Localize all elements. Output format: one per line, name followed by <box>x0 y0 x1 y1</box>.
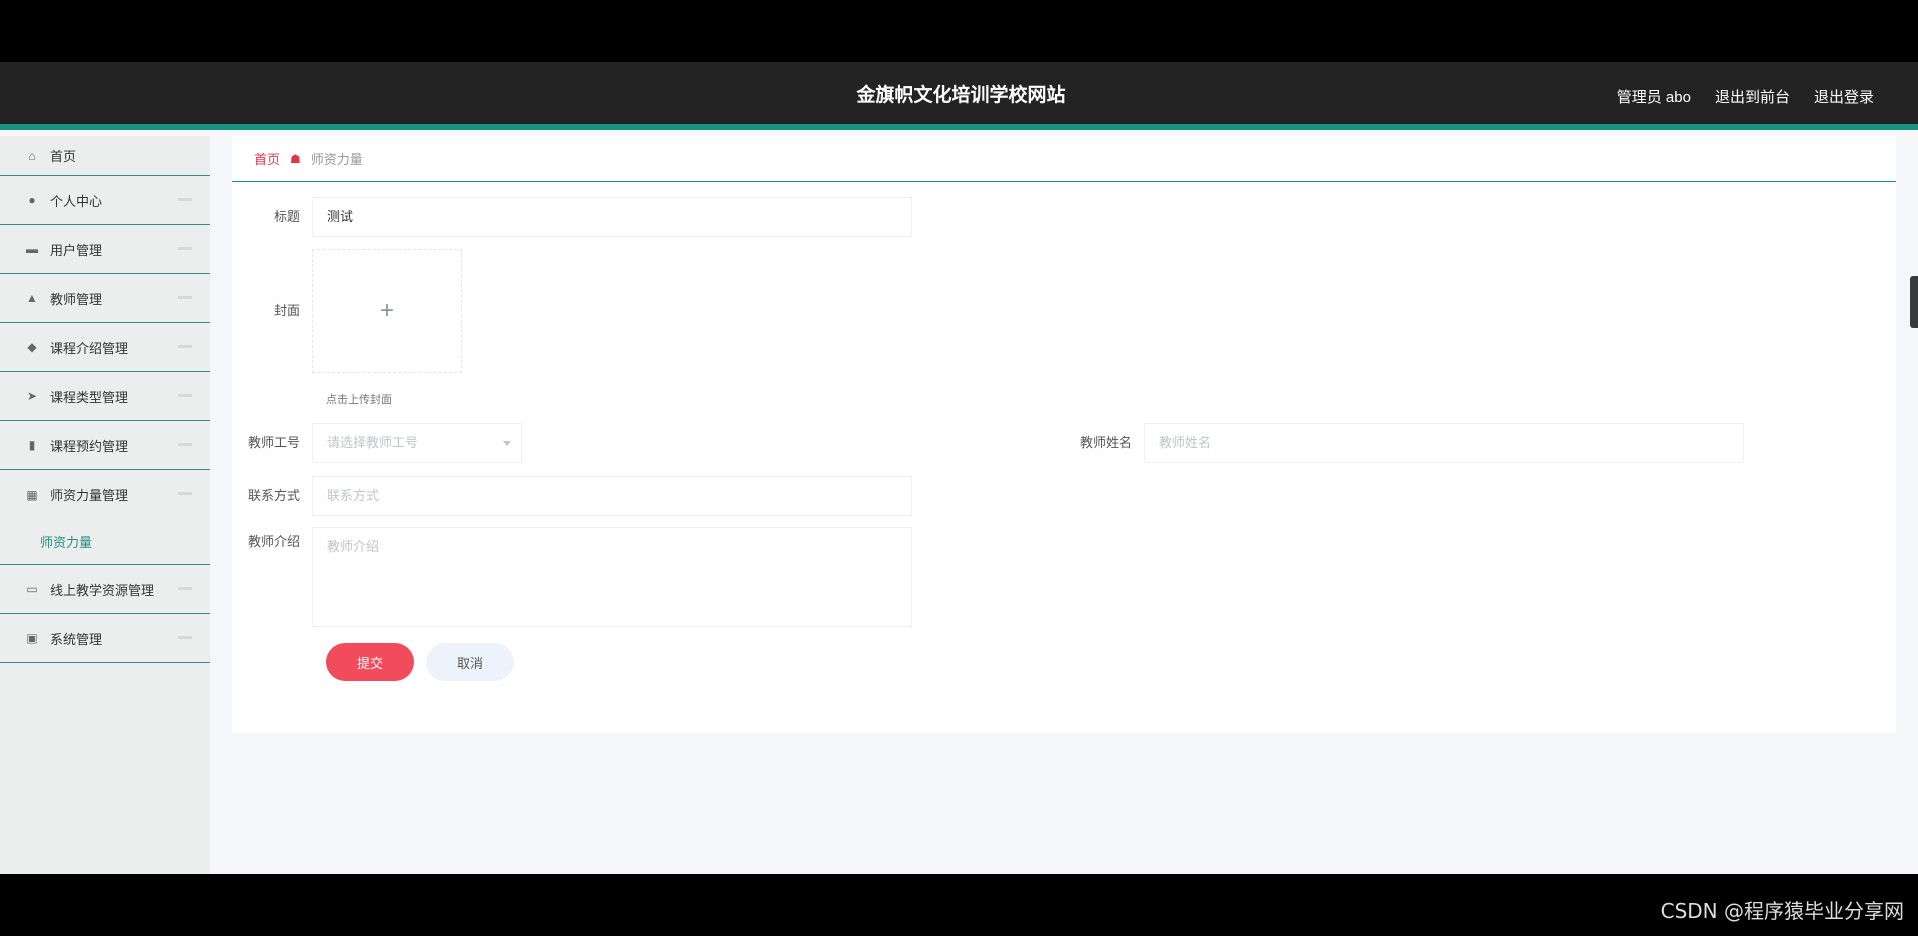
faculty-form: 标题 测试 封面 + 点击上传封面 教师工号 请选择教师工号 教师姓名 教师姓名 <box>232 183 1896 733</box>
badge-icon: ◆ <box>27 340 37 354</box>
sidebar-item-label: 首页 <box>50 149 77 164</box>
teacher-no-row: 教师工号 请选择教师工号 <box>232 423 522 463</box>
teacher-no-placeholder: 请选择教师工号 <box>327 435 419 450</box>
sidebar-item-label: 用户管理 <box>50 242 103 258</box>
expand-icon <box>178 443 192 446</box>
sidebar-item-users[interactable]: ▬ 用户管理 <box>0 225 210 274</box>
sidebar-item-course-types[interactable]: ➤ 课程类型管理 <box>0 372 210 421</box>
settings-window-icon: ▣ <box>26 631 38 645</box>
sidebar-item-label: 课程类型管理 <box>50 389 129 405</box>
sidebar-item-system[interactable]: ▣ 系统管理 <box>0 614 210 663</box>
side-drawer-tab[interactable] <box>1910 276 1918 328</box>
header-actions: 管理员 abo 退出到前台 退出登录 <box>1617 62 1874 130</box>
building-icon: ▦ <box>26 487 38 502</box>
sidebar-subitem-faculty[interactable]: 师资力量 <box>0 519 210 565</box>
plus-icon: + <box>379 297 394 324</box>
top-header: 金旗帜文化培训学校网站 管理员 abo 退出到前台 退出登录 <box>0 62 1918 130</box>
send-icon: ➤ <box>26 389 38 403</box>
intro-label: 教师介绍 <box>247 534 300 549</box>
sidebar-item-course-intro[interactable]: ◆ 课程介绍管理 <box>0 323 210 372</box>
breadcrumb: 首页 ☗ 师资力量 <box>232 136 1896 182</box>
window-icon: ▭ <box>26 582 38 596</box>
bar-chart-icon: ▮ <box>28 438 36 452</box>
main-content: 首页 ☗ 师资力量 标题 测试 封面 + 点击上传封面 教师工号 请选择教师工号 <box>232 136 1896 736</box>
expand-icon <box>178 345 192 348</box>
sidebar-item-profile[interactable]: ● 个人中心 <box>0 176 210 225</box>
breadcrumb-current: 师资力量 <box>310 152 363 167</box>
cancel-button[interactable]: 取消 <box>426 643 514 681</box>
logout-link[interactable]: 退出登录 <box>1814 86 1874 107</box>
monitor-icon: ▬ <box>26 242 38 256</box>
title-label: 标题 <box>273 209 300 224</box>
title-input[interactable]: 测试 <box>312 197 912 237</box>
letterbox-top <box>0 0 1918 62</box>
sidebar-item-home[interactable]: ⌂ 首页 <box>0 136 210 176</box>
sidebar-item-label: 课程介绍管理 <box>50 340 129 356</box>
contact-label: 联系方式 <box>247 488 300 503</box>
watermark: CSDN @程序猿毕业分享网 <box>1660 899 1904 923</box>
teacher-name-row: 教师姓名 教师姓名 <box>1052 423 1744 463</box>
sidebar-item-online-resources[interactable]: ▭ 线上教学资源管理 <box>0 565 210 614</box>
breadcrumb-home[interactable]: 首页 <box>254 149 280 168</box>
chevron-down-icon <box>503 441 511 446</box>
expand-icon <box>178 247 192 250</box>
sidebar-item-label: 个人中心 <box>50 193 103 209</box>
admin-user-label: 管理员 abo <box>1616 88 1691 106</box>
expand-icon <box>178 198 192 201</box>
expand-icon <box>178 587 192 590</box>
submit-button[interactable]: 提交 <box>326 643 414 681</box>
home-icon: ⌂ <box>28 148 36 163</box>
cover-label: 封面 <box>273 303 300 318</box>
intro-row: 教师介绍 教师介绍 <box>232 527 912 627</box>
upload-tip: 点击上传封面 <box>326 394 392 406</box>
sidebar-item-label: 师资力量管理 <box>50 488 129 503</box>
sidebar-item-label: 教师管理 <box>50 291 103 307</box>
sidebar-item-teachers[interactable]: ▲ 教师管理 <box>0 274 210 323</box>
intro-textarea[interactable]: 教师介绍 <box>312 527 912 627</box>
expand-icon <box>178 296 192 299</box>
sidebar-item-label: 系统管理 <box>50 631 103 647</box>
sidebar-item-course-booking[interactable]: ▮ 课程预约管理 <box>0 421 210 470</box>
sidebar: ⌂ 首页 ● 个人中心 ▬ 用户管理 ▲ 教师管理 ◆ 课程介绍管理 ➤ 课程类… <box>0 136 210 874</box>
contact-input[interactable]: 联系方式 <box>312 476 912 516</box>
cover-row: 封面 + <box>232 249 462 373</box>
letterbox-bottom: CSDN @程序猿毕业分享网 <box>0 874 1918 936</box>
expand-icon <box>178 636 192 639</box>
back-to-frontend-link[interactable]: 退出到前台 <box>1715 86 1790 107</box>
admin-app: 金旗帜文化培训学校网站 管理员 abo 退出到前台 退出登录 ⌂ 首页 ● 个人… <box>0 62 1918 874</box>
expand-icon <box>178 394 192 397</box>
sidebar-item-label: 课程预约管理 <box>50 438 129 454</box>
breadcrumb-home-icon: ☗ <box>290 151 301 166</box>
teacher-name-input[interactable]: 教师姓名 <box>1144 423 1744 463</box>
teacher-name-label: 教师姓名 <box>1079 435 1132 450</box>
expand-icon <box>178 492 192 495</box>
teacher-no-select[interactable]: 请选择教师工号 <box>312 423 522 463</box>
teacher-no-label: 教师工号 <box>247 435 300 450</box>
teacher-icon: ▲ <box>26 291 38 305</box>
contact-row: 联系方式 联系方式 <box>232 476 912 516</box>
sidebar-item-faculty[interactable]: ▦ 师资力量管理 <box>0 470 210 519</box>
sidebar-item-label: 线上教学资源管理 <box>50 582 155 598</box>
title-row: 标题 测试 <box>232 197 912 237</box>
cover-uploader[interactable]: + <box>312 249 462 373</box>
user-icon: ● <box>28 193 36 207</box>
